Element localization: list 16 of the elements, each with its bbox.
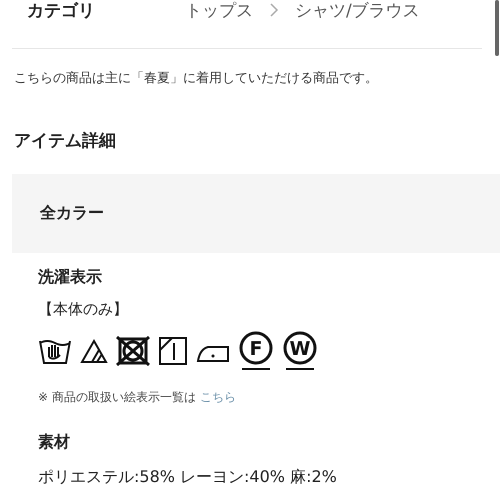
color-group-title: 全カラー	[40, 203, 104, 222]
category-value[interactable]: トップス	[185, 0, 253, 22]
season-note: こちらの商品は主に「春夏」に着用していただける商品です。	[14, 70, 379, 87]
bleach-triangle-icon	[80, 338, 108, 364]
chevron-right-icon	[269, 3, 279, 17]
care-heading: 洗濯表示	[38, 267, 103, 288]
care-note: ※ 商品の取扱い絵表示一覧は こちら	[38, 389, 237, 406]
scrollbar[interactable]	[495, 0, 499, 56]
section-heading: アイテム詳細	[14, 130, 117, 152]
material-value: ポリエステル:58% レーヨン:40% 麻:2%	[38, 467, 338, 488]
material-heading: 素材	[38, 432, 71, 453]
care-scope: 【本体のみ】	[38, 300, 129, 319]
category-label: カテゴリ	[27, 0, 96, 22]
no-tumble-dry-icon	[116, 336, 150, 366]
line-dry-shade-icon	[158, 336, 188, 366]
category-value[interactable]: シャツ/ブラウス	[295, 0, 420, 22]
